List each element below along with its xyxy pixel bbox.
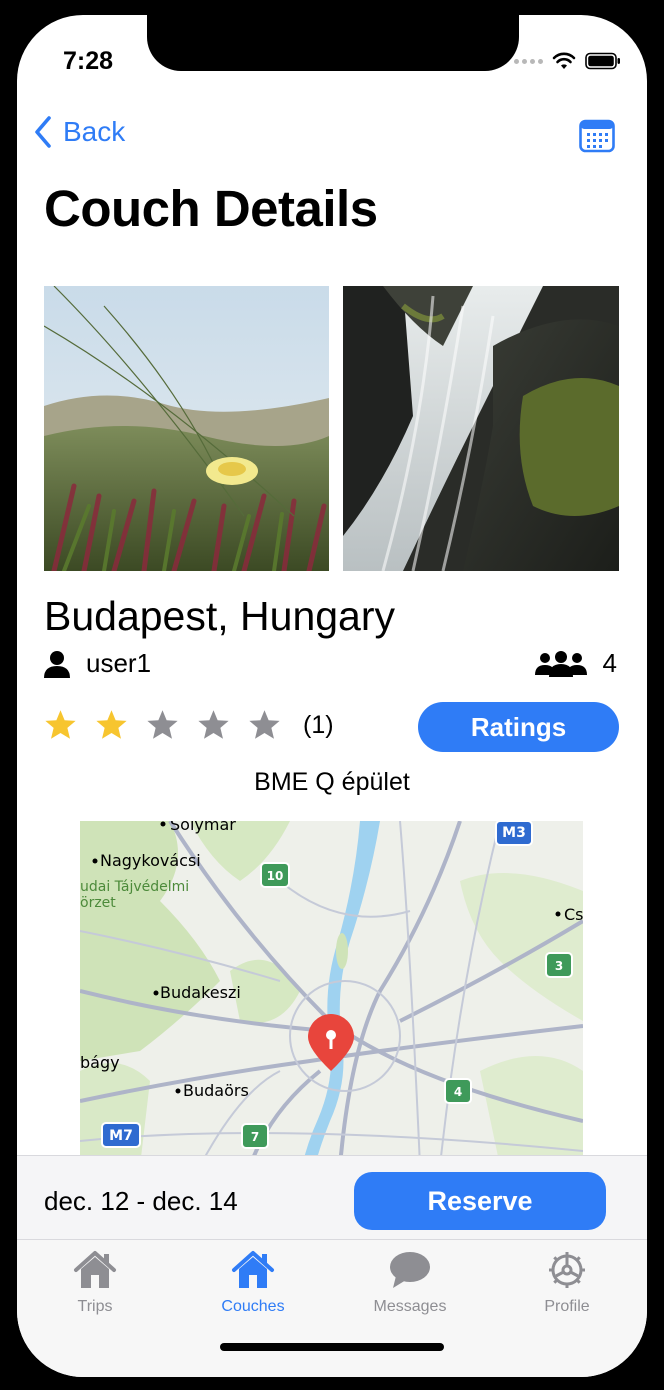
- tab-label: Trips: [77, 1298, 113, 1315]
- signal-icon: [514, 58, 543, 64]
- device-frame: 7:28 Back Couch Details Budapest, Hungar…: [0, 0, 664, 1390]
- chevron-left-icon: [35, 116, 51, 148]
- calendar-icon: [579, 119, 615, 153]
- map-label-cs: Cs: [564, 905, 583, 924]
- map-label-budaors: Budaörs: [183, 1081, 249, 1100]
- location-title: Budapest, Hungary: [44, 593, 396, 639]
- road-shield-4: 4: [444, 1078, 472, 1104]
- tab-label: Couches: [221, 1298, 285, 1315]
- notch: [147, 15, 519, 71]
- reserve-bar: dec. 12 - dec. 14 Reserve: [17, 1155, 647, 1239]
- road-shield-m7: M7: [101, 1122, 141, 1148]
- map-label-nagykovacsi: Nagykovácsi: [100, 851, 201, 870]
- couch-photo-2[interactable]: [343, 286, 619, 571]
- couch-photo-1[interactable]: [44, 286, 329, 571]
- wifi-icon: [552, 52, 576, 69]
- home-indicator[interactable]: [220, 1343, 444, 1351]
- reserve-button[interactable]: Reserve: [354, 1172, 606, 1230]
- road-shield-10: 10: [260, 862, 290, 888]
- rating-stars: (1): [44, 709, 334, 741]
- star-icon: [197, 709, 230, 741]
- house-icon: [74, 1251, 116, 1288]
- status-time: 7:28: [63, 47, 114, 75]
- location-map[interactable]: Solymar Nagykovácsi Budakeszi bágy Budaö…: [80, 821, 583, 1166]
- tab-messages[interactable]: Messages: [355, 1248, 465, 1316]
- road-shield-m3: M3: [495, 821, 533, 846]
- speech-bubble-icon: [390, 1252, 430, 1288]
- capacity-count: 4: [602, 648, 617, 678]
- host-name: user1: [86, 648, 152, 678]
- svg-text:3: 3: [555, 959, 563, 973]
- tab-couches[interactable]: Couches: [198, 1248, 308, 1316]
- tab-trips[interactable]: Trips: [40, 1248, 150, 1316]
- place-name: BME Q épület: [254, 768, 410, 796]
- svg-text:7: 7: [251, 1130, 259, 1144]
- svg-text:M3: M3: [502, 825, 526, 841]
- svg-text:4: 4: [454, 1085, 462, 1099]
- person-icon: [44, 650, 70, 678]
- map-label-korzet: örzet: [80, 895, 116, 911]
- map-label-budakeszi: Budakeszi: [160, 983, 241, 1002]
- back-button[interactable]: Back: [33, 115, 125, 149]
- svg-text:10: 10: [267, 869, 284, 883]
- house-icon: [232, 1251, 274, 1288]
- tab-profile[interactable]: Profile: [512, 1248, 622, 1316]
- battery-icon: [585, 52, 620, 70]
- svg-text:M7: M7: [109, 1128, 133, 1144]
- star-icon: [248, 709, 281, 741]
- rating-count: (1): [303, 710, 334, 739]
- map-label-tajvedelmi: udai Tájvédelmi: [80, 879, 189, 895]
- tab-label: Profile: [544, 1298, 590, 1315]
- star-icon: [44, 709, 77, 741]
- host-row[interactable]: user1: [44, 648, 151, 679]
- screen: 7:28 Back Couch Details Budapest, Hungar…: [17, 15, 647, 1377]
- map-label-solymar: Solymar: [170, 821, 236, 834]
- road-shield-7: 7: [241, 1123, 269, 1149]
- star-icon: [146, 709, 179, 741]
- map-label-bagy: bágy: [80, 1053, 120, 1072]
- gear-icon: [549, 1252, 585, 1288]
- people-group-icon: [534, 650, 587, 677]
- star-icon: [95, 709, 128, 741]
- ratings-button[interactable]: Ratings: [418, 702, 619, 752]
- tab-bar: Trips Couches Messages Profile: [17, 1239, 647, 1377]
- back-label: Back: [63, 116, 126, 147]
- date-range[interactable]: dec. 12 - dec. 14: [44, 1186, 238, 1217]
- status-icons: [514, 51, 621, 71]
- capacity: 4: [534, 648, 617, 679]
- tab-label: Messages: [373, 1298, 447, 1315]
- calendar-button[interactable]: [579, 119, 615, 153]
- road-shield-3: 3: [545, 952, 573, 978]
- page-title: Couch Details: [44, 180, 378, 237]
